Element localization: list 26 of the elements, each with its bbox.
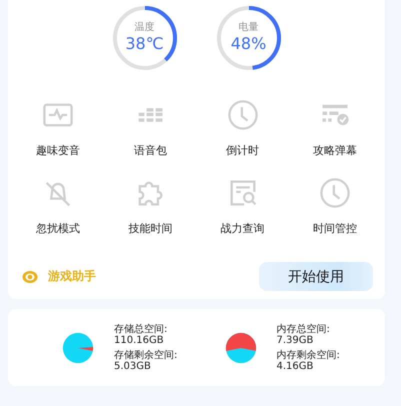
gauge-value: 48% [230,34,268,53]
free-value: 5.03GB [114,360,152,372]
tool-label[interactable]: 忽扰模式 [36,221,80,236]
tool-label[interactable]: 战力查询 [220,221,265,236]
gauge-label: 电量 [238,20,260,34]
tool-label[interactable]: 技能时间 [128,221,172,236]
tool-label[interactable]: 趣味变音 [36,143,80,158]
free-label: 内存剩余空间: [276,350,340,360]
clock-icon [226,98,260,132]
start-button[interactable]: 开始使用 [259,262,373,291]
free-value: 4.16GB [276,360,314,372]
tool-label[interactable]: 时间管控 [312,221,357,236]
eye-icon [22,270,38,284]
clock-icon [318,176,352,210]
total-value: 7.39GB [276,334,314,346]
tool-label[interactable]: 攻略弹幕 [312,143,357,158]
total-value: 110.16GB [114,334,165,346]
assistant-label: 游戏助手 [48,268,97,285]
tool-label[interactable]: 语音包 [134,143,167,158]
gauge-label: 温度 [134,20,156,34]
pie-chart-drawing [60,332,96,364]
tool-label[interactable]: 倒计时 [226,143,260,158]
free-label: 存储剩余空间: [114,350,178,360]
total-label: 存储总空间: [114,324,168,334]
gauge-value: 38℃ [124,34,165,53]
total-label: 内存总空间: [276,324,331,334]
